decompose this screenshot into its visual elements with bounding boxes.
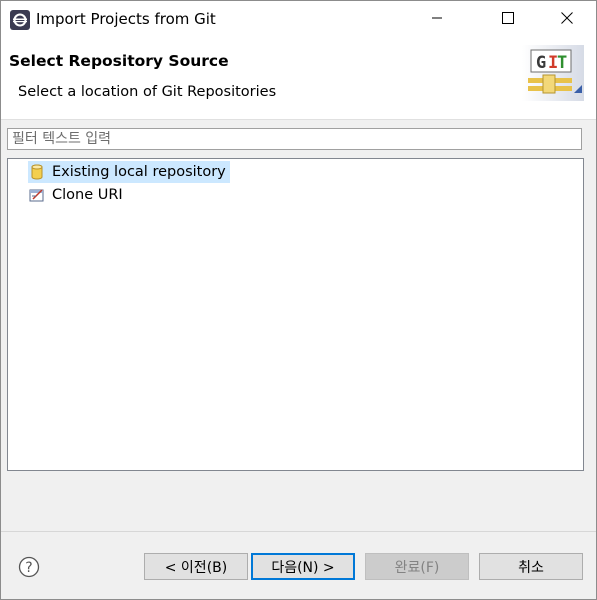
tree-item-clone-uri[interactable]: Clone URI — [28, 184, 127, 206]
git-logo: G I T — [522, 45, 584, 101]
finish-button[interactable]: 완료(F) — [365, 553, 469, 580]
cancel-button[interactable]: 취소 — [479, 553, 583, 580]
tree-item-existing-local-repository[interactable]: Existing local repository — [28, 161, 230, 183]
repository-icon — [28, 163, 46, 181]
eclipse-app-icon — [10, 10, 30, 30]
page-title: Select Repository Source — [9, 52, 229, 70]
window-title: Import Projects from Git — [36, 10, 216, 28]
minimize-icon — [431, 12, 443, 28]
svg-text:G: G — [536, 53, 546, 73]
tree-item-label: Existing local repository — [52, 164, 226, 180]
clone-uri-icon — [28, 186, 46, 204]
help-button[interactable]: ? — [18, 556, 40, 578]
repository-source-tree[interactable]: Existing local repository Clone URI — [7, 158, 584, 471]
maximize-button[interactable] — [485, 1, 531, 39]
close-button[interactable] — [544, 1, 590, 39]
minimize-button[interactable] — [414, 1, 460, 39]
wizard-banner: Select Repository Source Select a locati… — [1, 39, 596, 120]
svg-text:?: ? — [25, 560, 32, 576]
tree-item-label: Clone URI — [52, 187, 123, 203]
title-bar[interactable]: Import Projects from Git — [1, 1, 596, 39]
filter-input[interactable] — [7, 128, 582, 150]
maximize-icon — [502, 12, 514, 28]
page-description: Select a location of Git Repositories — [18, 84, 277, 100]
close-icon — [561, 12, 573, 28]
svg-text:T: T — [557, 53, 567, 73]
import-dialog: Import Projects from Git Select Reposito… — [0, 0, 597, 600]
footer-separator — [1, 531, 596, 532]
next-button[interactable]: 다음(N) > — [251, 553, 355, 580]
back-button[interactable]: < 이전(B) — [144, 553, 248, 580]
help-icon: ? — [18, 556, 40, 582]
